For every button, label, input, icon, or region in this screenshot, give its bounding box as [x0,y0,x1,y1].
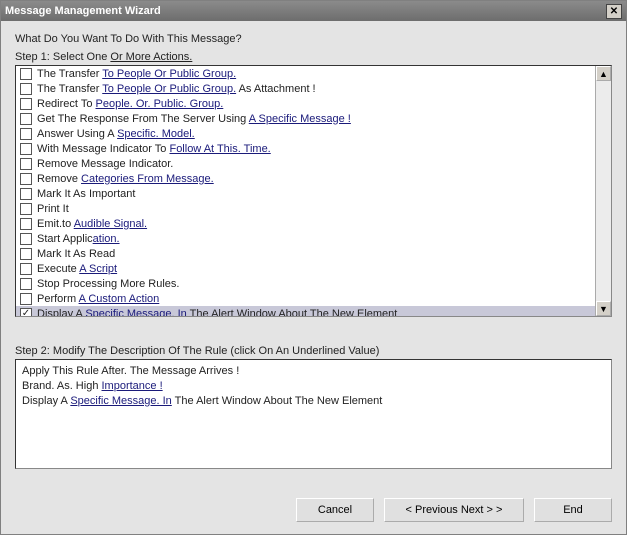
action-row[interactable]: Emit.to Audible Signal. [16,216,595,231]
action-row[interactable]: Answer Using A Specific. Model. [16,126,595,141]
action-row[interactable]: Execute A Script [16,261,595,276]
action-label: Get The Response From The Server Using A… [37,113,351,125]
action-row[interactable]: Remove Message Indicator. [16,156,595,171]
window-title: Message Management Wizard [5,5,606,17]
underlined-value[interactable]: Specific Message. In [70,395,172,407]
action-checkbox[interactable] [20,98,32,110]
action-checkbox[interactable] [20,203,32,215]
action-row[interactable]: ✓ Display A Specific Message. In The Aler… [16,306,595,316]
action-label: Answer Using A Specific. Model. [37,128,195,140]
close-icon[interactable]: ✕ [606,4,622,19]
scroll-up-button[interactable]: ▲ [596,66,611,81]
action-label: Execute A Script [37,263,117,275]
action-label: The Transfer To People Or Public Group. … [37,83,316,95]
action-checkbox[interactable] [20,278,32,290]
step1-plain: Select One [53,51,110,63]
content-area: What Do You Want To Do With This Message… [1,21,626,490]
action-checkbox[interactable] [20,233,32,245]
underlined-value[interactable]: Importance ! [102,380,163,392]
step2-label: Step 2: Modify The Description Of The Ru… [15,345,612,357]
action-row[interactable]: Stop Processing More Rules. [16,276,595,291]
step1-label: Step 1: Select One Or More Actions. [15,51,612,63]
step1-link: Or More Actions. [110,51,192,63]
actions-listbox: The Transfer To People Or Public Group. T… [15,65,612,317]
action-checkbox[interactable] [20,263,32,275]
action-checkbox[interactable] [20,113,32,125]
action-checkbox[interactable] [20,218,32,230]
action-row[interactable]: Print It [16,201,595,216]
description-line: Display A Specific Message. In The Alert… [22,394,605,409]
action-label: Print It [37,203,69,215]
action-checkbox[interactable] [20,293,32,305]
action-checkbox[interactable] [20,143,32,155]
action-row[interactable]: Start Application. [16,231,595,246]
action-checkbox[interactable] [20,128,32,140]
action-checkbox[interactable] [20,158,32,170]
scrollbar: ▲ ▼ [595,66,611,316]
action-label: Stop Processing More Rules. [37,278,179,290]
scroll-track[interactable] [596,81,611,301]
action-label: Emit.to Audible Signal. [37,218,147,230]
cancel-button[interactable]: Cancel [296,498,374,522]
action-checkbox[interactable] [20,248,32,260]
action-label: With Message Indicator To Follow At This… [37,143,271,155]
action-label: Mark It As Important [37,188,135,200]
action-label: Display A Specific Message. In The Alert… [37,308,397,317]
wizard-window: Message Management Wizard ✕ What Do You … [0,0,627,535]
description-line: Apply This Rule After. The Message Arriv… [22,364,605,379]
action-label: Start Application. [37,233,120,245]
action-row[interactable]: The Transfer To People Or Public Group. [16,66,595,81]
action-checkbox[interactable] [20,83,32,95]
action-row[interactable]: With Message Indicator To Follow At This… [16,141,595,156]
action-checkbox[interactable]: ✓ [20,308,32,317]
action-row[interactable]: Perform A Custom Action [16,291,595,306]
actions-list[interactable]: The Transfer To People Or Public Group. T… [16,66,595,316]
action-checkbox[interactable] [20,173,32,185]
action-label: Redirect To People. Or. Public. Group. [37,98,223,110]
action-row[interactable]: Mark It As Read [16,246,595,261]
description-line: Brand. As. High Importance ! [22,379,605,394]
end-button[interactable]: End [534,498,612,522]
action-label: Remove Message Indicator. [37,158,173,170]
previous-next-button[interactable]: < Previous Next > > [384,498,524,522]
action-row[interactable]: The Transfer To People Or Public Group. … [16,81,595,96]
button-bar: Cancel < Previous Next > > End [1,490,626,534]
action-row[interactable]: Remove Categories From Message. [16,171,595,186]
action-row[interactable]: Redirect To People. Or. Public. Group. [16,96,595,111]
step1-prefix: Step 1: [15,51,53,63]
action-label: Mark It As Read [37,248,115,260]
titlebar: Message Management Wizard ✕ [1,1,626,21]
wizard-question: What Do You Want To Do With This Message… [15,33,612,45]
action-checkbox[interactable] [20,68,32,80]
action-label: Perform A Custom Action [37,293,159,305]
scroll-down-button[interactable]: ▼ [596,301,611,316]
action-row[interactable]: Mark It As Important [16,186,595,201]
action-row[interactable]: Get The Response From The Server Using A… [16,111,595,126]
action-label: Remove Categories From Message. [37,173,214,185]
action-label: The Transfer To People Or Public Group. [37,68,236,80]
action-checkbox[interactable] [20,188,32,200]
rule-description-box: Apply This Rule After. The Message Arriv… [15,359,612,469]
